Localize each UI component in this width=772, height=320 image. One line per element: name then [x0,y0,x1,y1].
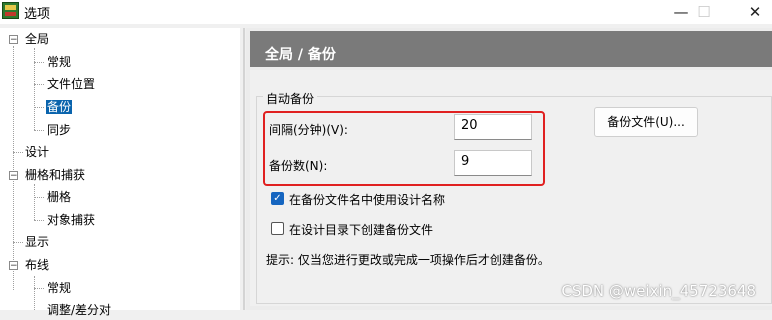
watermark: CSDN @weixin_45723648 [561,282,756,300]
tree-item-general[interactable]: 常规 [47,52,71,72]
section-title: 全局 / 备份 [265,47,336,63]
tree-line [13,46,14,290]
collapse-icon[interactable]: − [9,261,18,271]
collapse-icon[interactable]: − [9,171,18,181]
tree-item-routing[interactable]: 布线 [25,255,49,275]
tree-item-routing-general[interactable]: 常规 [47,278,71,298]
tree-line [13,242,23,243]
tree-item-grid[interactable]: 栅格 [47,187,71,207]
tree-item-sync[interactable]: 同步 [47,120,71,140]
tree-item-global[interactable]: 全局 [25,29,49,49]
tree-item-object-snap[interactable]: 对象捕获 [47,210,95,230]
tree-line [34,184,35,220]
tree-item-display[interactable]: 显示 [25,232,49,252]
tree-line [34,197,44,198]
auto-backup-group-label: 自动备份 [263,90,318,107]
close-button[interactable]: ✕ [732,0,772,24]
tree-line [34,288,44,289]
tree-item-backup[interactable]: 备份 [46,97,73,117]
create-in-design-dir-checkbox[interactable] [271,222,284,235]
title-bar [0,0,772,24]
tree-line [34,130,44,131]
tree-item-design[interactable]: 设计 [25,142,49,162]
use-design-name-checkbox[interactable]: ✓ [271,192,284,205]
create-in-design-dir-label[interactable]: 在设计目录下创建备份文件 [289,221,433,238]
backup-files-button[interactable]: 备份文件(U)... [594,107,698,137]
tree-line [34,62,44,63]
backup-hint-text: 提示: 仅当您进行更改或完成一项操作后才创建备份。 [266,253,550,267]
annotation-highlight-box [263,111,545,186]
tree-item-grid-snap[interactable]: 栅格和捕获 [25,165,85,185]
tree-line [34,276,35,310]
tree-item-file-locations[interactable]: 文件位置 [47,74,95,94]
maximize-button: ☐ [697,3,711,21]
tree-line [13,152,23,153]
tree-line [34,48,35,130]
tree-line [34,84,44,85]
tree-item-routing-adjust[interactable]: 调整/差分对 [47,300,111,320]
window-title: 选项 [24,7,51,22]
app-icon [2,2,19,19]
collapse-icon[interactable]: − [9,35,18,45]
use-design-name-label[interactable]: 在备份文件名中使用设计名称 [289,191,445,208]
tree-line [34,107,44,108]
tree-line [34,220,44,221]
splitter[interactable] [243,28,245,310]
